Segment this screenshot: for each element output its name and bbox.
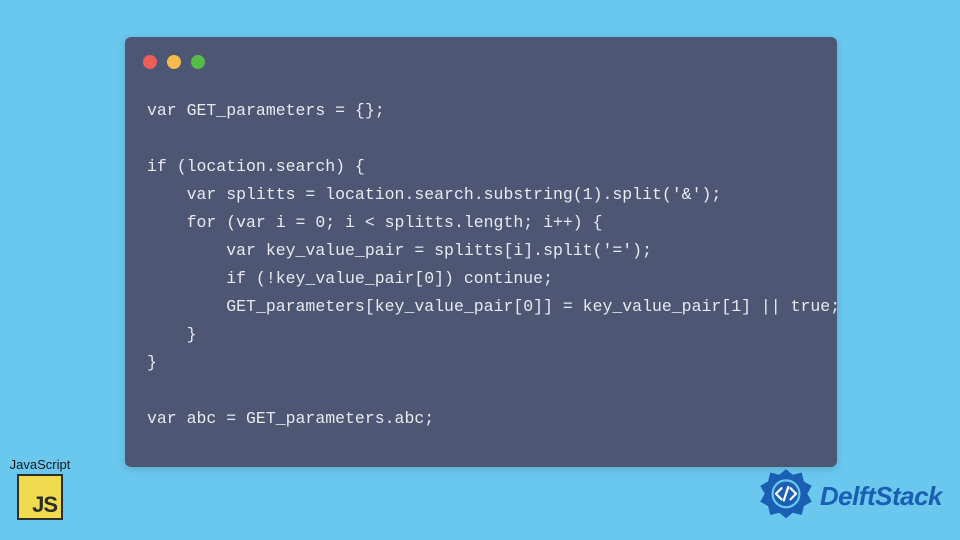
brand-name: DelftStack	[820, 481, 942, 512]
badge-label: JavaScript	[5, 457, 75, 472]
brand-logo-icon	[758, 468, 814, 524]
minimize-icon[interactable]	[167, 55, 181, 69]
maximize-icon[interactable]	[191, 55, 205, 69]
window-controls	[143, 55, 205, 69]
code-block: var GET_parameters = {}; if (location.se…	[147, 97, 815, 433]
code-window: var GET_parameters = {}; if (location.se…	[125, 37, 837, 467]
js-logo-text: JS	[32, 492, 57, 518]
javascript-badge: JavaScript JS	[5, 457, 75, 520]
brand: DelftStack	[758, 468, 942, 524]
close-icon[interactable]	[143, 55, 157, 69]
js-logo-icon: JS	[17, 474, 63, 520]
